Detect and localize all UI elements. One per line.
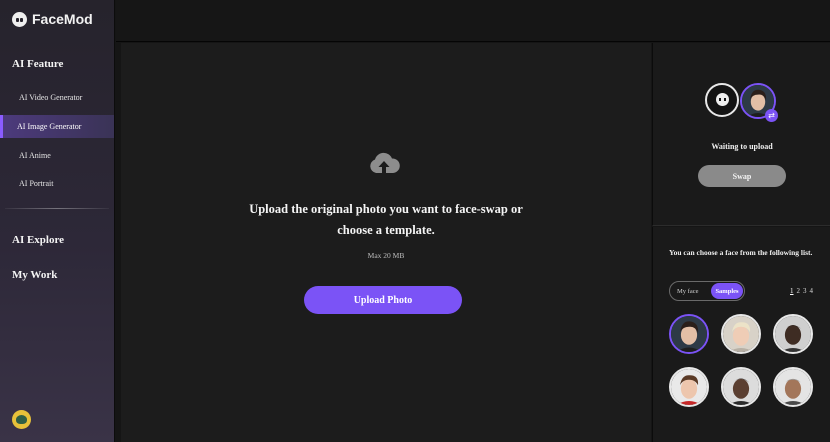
sidebar-item-ai-portrait[interactable]: AI Portrait bbox=[0, 172, 114, 195]
face-placeholder-icon bbox=[716, 93, 729, 106]
sidebar: FaceMod AI Feature AI Video Generator AI… bbox=[0, 0, 115, 442]
upload-area[interactable]: Upload the original photo you want to fa… bbox=[121, 43, 651, 442]
pagination: 1 2 3 4 bbox=[790, 287, 813, 295]
page-3[interactable]: 3 bbox=[803, 287, 807, 295]
upload-photo-button[interactable]: Upload Photo bbox=[304, 286, 462, 314]
page-1[interactable]: 1 bbox=[790, 287, 794, 295]
face-avatar bbox=[723, 369, 759, 405]
source-face-slot[interactable] bbox=[705, 83, 739, 117]
cloud-upload-icon bbox=[370, 152, 400, 173]
face-avatar bbox=[671, 316, 707, 352]
app-name: FaceMod bbox=[32, 11, 93, 27]
sidebar-divider bbox=[5, 208, 109, 209]
face-avatar bbox=[723, 316, 759, 352]
sample-face-4[interactable] bbox=[669, 367, 709, 407]
upload-instructions: Upload the original photo you want to fa… bbox=[249, 202, 523, 237]
section-my-work[interactable]: My Work bbox=[12, 269, 57, 281]
sample-face-6[interactable] bbox=[773, 367, 813, 407]
page-4[interactable]: 4 bbox=[810, 287, 814, 295]
sample-face-5[interactable] bbox=[721, 367, 761, 407]
section-ai-feature[interactable]: AI Feature bbox=[12, 58, 63, 70]
upload-status: Waiting to upload bbox=[711, 142, 773, 151]
face-picker-panel: You can choose a face from the following… bbox=[652, 227, 830, 442]
sidebar-item-ai-video-generator[interactable]: AI Video Generator bbox=[0, 86, 114, 109]
sample-face-1[interactable] bbox=[669, 314, 709, 354]
sample-face-3[interactable] bbox=[773, 314, 813, 354]
user-avatar[interactable] bbox=[12, 410, 31, 429]
swap-panel: ⇄ Waiting to upload Swap bbox=[652, 43, 830, 226]
face-picker-prompt: You can choose a face from the following… bbox=[669, 248, 813, 257]
tab-samples[interactable]: Samples bbox=[711, 283, 743, 299]
tab-my-face[interactable]: My face bbox=[670, 288, 711, 295]
max-size-note: Max 20 MB bbox=[367, 251, 405, 260]
sidebar-item-ai-image-generator[interactable]: AI Image Generator bbox=[0, 115, 114, 138]
swap-arrows-icon: ⇄ bbox=[765, 109, 778, 122]
face-source-toggle[interactable]: My face Samples bbox=[669, 281, 745, 301]
face-avatar bbox=[775, 316, 811, 352]
page-2[interactable]: 2 bbox=[797, 287, 801, 295]
face-avatar bbox=[775, 369, 811, 405]
swap-button[interactable]: Swap bbox=[698, 165, 786, 187]
sample-face-2[interactable] bbox=[721, 314, 761, 354]
sidebar-item-ai-anime[interactable]: AI Anime bbox=[0, 144, 114, 167]
section-ai-explore[interactable]: AI Explore bbox=[12, 234, 64, 246]
logo[interactable]: FaceMod bbox=[12, 11, 93, 27]
top-bar bbox=[116, 0, 830, 42]
face-avatar bbox=[671, 369, 707, 405]
facemod-logo-icon bbox=[12, 11, 27, 27]
